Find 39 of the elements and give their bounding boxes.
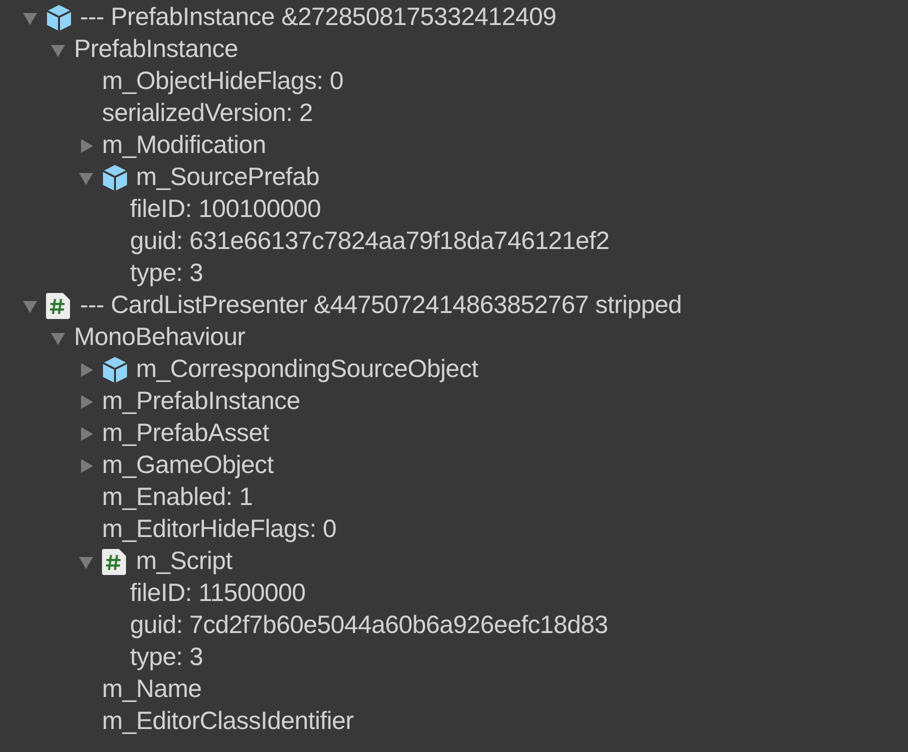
cube-icon — [46, 4, 72, 32]
tree-item-label: m_Modification — [102, 130, 266, 162]
tree-item-label: m_CorrespondingSourceObject — [136, 354, 478, 386]
tree-item-label: --- CardListPresenter &4475072414863852767 stripped — [80, 290, 682, 322]
tree-item-label: m_Enabled: 1 — [102, 482, 253, 514]
tree-item-label: MonoBehaviour — [74, 322, 246, 354]
tree-item-label: m_GameObject — [102, 450, 274, 482]
tree-item-label: guid: 7cd2f7b60e5044a60b6a926eefc18d83 — [130, 610, 608, 642]
cube-icon — [102, 164, 128, 192]
expand-arrow-icon[interactable] — [78, 394, 94, 410]
collapse-arrow-icon[interactable] — [22, 10, 38, 26]
tree-item-label: m_ObjectHideFlags: 0 — [102, 66, 344, 98]
tree-item-label: PrefabInstance — [74, 34, 238, 66]
collapse-arrow-icon[interactable] — [78, 554, 94, 570]
expand-arrow-icon[interactable] — [78, 426, 94, 442]
tree-item-label: m_Name — [102, 674, 202, 706]
tree-item-label: type: 3 — [130, 642, 203, 674]
tree-item-label: m_PrefabInstance — [102, 386, 300, 418]
tree-item-label: fileID: 11500000 — [130, 578, 306, 610]
expand-arrow-icon[interactable] — [78, 362, 94, 378]
tree-item-label: serializedVersion: 2 — [102, 98, 313, 130]
collapse-arrow-icon[interactable] — [50, 42, 66, 58]
expand-arrow-icon[interactable] — [78, 458, 94, 474]
collapse-arrow-icon[interactable] — [22, 298, 38, 314]
tree-item-label: m_EditorHideFlags: 0 — [102, 514, 336, 546]
tree-item-label: guid: 631e66137c7824aa79f18da746121ef2 — [130, 226, 610, 258]
cube-icon — [102, 356, 128, 384]
tree-item-label: type: 3 — [130, 258, 203, 290]
collapse-arrow-icon[interactable] — [50, 330, 66, 346]
tree-item-label: m_PrefabAsset — [102, 418, 270, 450]
collapse-arrow-icon[interactable] — [78, 170, 94, 186]
tree-item-label: m_EditorClassIdentifier — [102, 706, 354, 738]
tree-item-label: m_Script — [136, 546, 232, 578]
tree-item-label: m_SourcePrefab — [136, 162, 320, 194]
tree-item-label: --- PrefabInstance &2728508175332412409 — [80, 2, 556, 34]
tree-item-label: fileID: 100100000 — [130, 194, 321, 226]
script-file-icon — [46, 293, 70, 319]
expand-arrow-icon[interactable] — [78, 138, 94, 154]
script-file-icon — [102, 549, 126, 575]
